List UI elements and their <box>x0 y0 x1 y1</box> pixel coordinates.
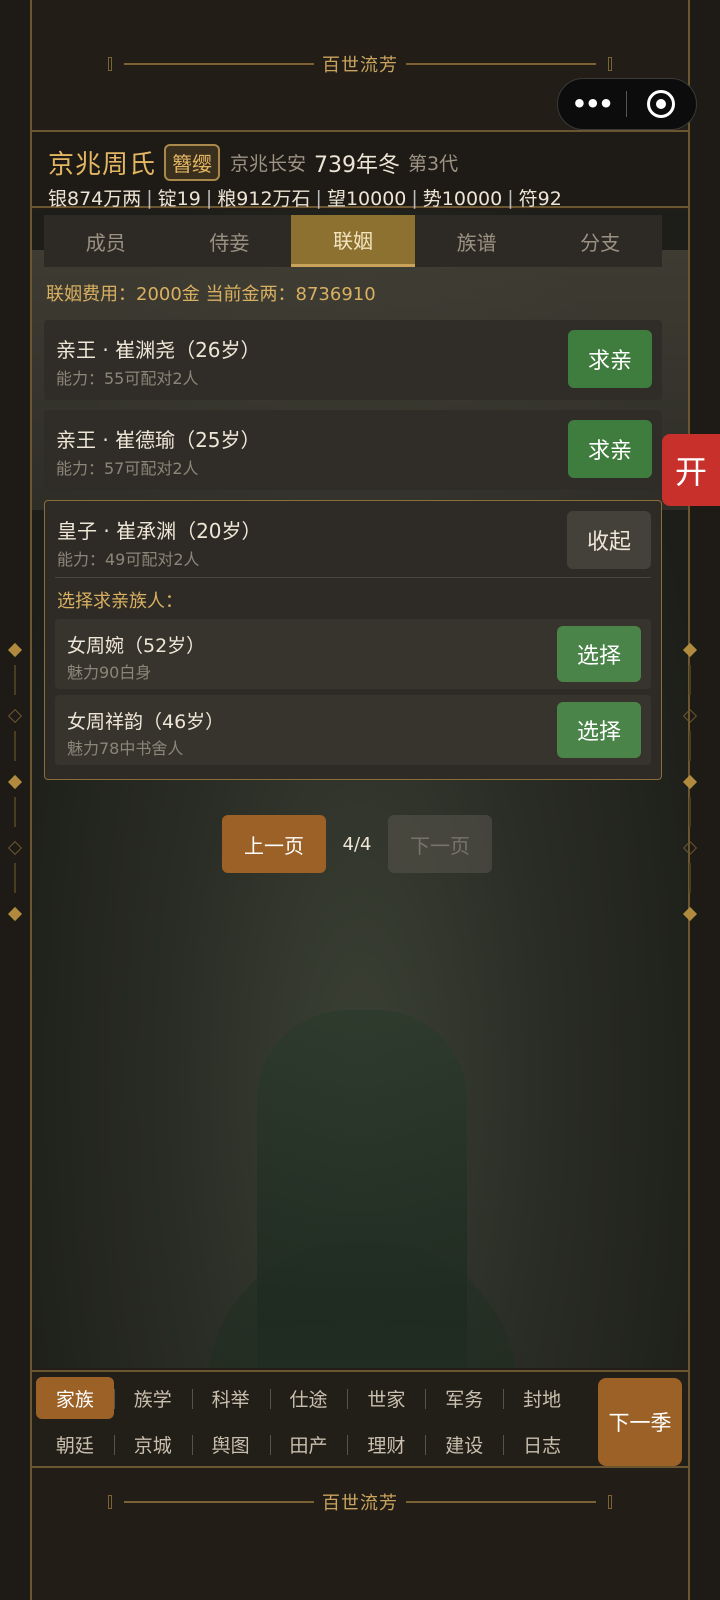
banner-title: 百世流芳 <box>322 1493 398 1514</box>
member-info: 魅力78中书舍人 <box>67 739 184 758</box>
rank-badge: 簪缨 <box>164 144 221 181</box>
select-button[interactable]: 选择 <box>557 626 641 682</box>
banner-line-right <box>406 63 596 65</box>
nav-map[interactable]: 舆图 <box>191 1423 270 1465</box>
resource-bar: 银874万两 | 锭19 | 粮912万石 | 望10000 | 势10000 | 符92 <box>48 184 562 211</box>
banner-cap-right <box>608 1495 612 1509</box>
propose-button[interactable]: 求亲 <box>568 330 652 388</box>
tab-marriage[interactable]: 联姻 <box>291 215 415 267</box>
next-page-button[interactable]: 下一页 <box>388 815 492 873</box>
resource-talisman: 符92 <box>518 188 562 210</box>
banner-line-right <box>406 1501 596 1503</box>
candidate-ability: 能力：55可配对2人 <box>56 369 199 388</box>
bottom-nav: 家族 族学 科举 仕途 世家 军务 封地 朝廷 京城 舆图 田产 理财 建设 日… <box>32 1370 688 1468</box>
main-content: 成员 侍妾 联姻 族谱 分支 联姻费用：2000金 当前金两：8736910 亲… <box>32 210 688 1368</box>
nav-career[interactable]: 仕途 <box>269 1377 348 1419</box>
next-season-button[interactable]: 下一季 <box>598 1378 682 1466</box>
side-open-tab[interactable]: 开 <box>662 434 720 506</box>
resource-silver: 银874万两 <box>48 188 142 210</box>
candidate-card: 亲王 · 崔德瑜（25岁） 能力：57可配对2人 求亲 <box>44 410 662 490</box>
close-target-icon[interactable] <box>627 90 697 118</box>
prev-page-button[interactable]: 上一页 <box>222 815 326 873</box>
candidate-ability: 能力：57可配对2人 <box>56 459 199 478</box>
clan-tabs: 成员 侍妾 联姻 族谱 分支 <box>44 215 662 267</box>
nav-noble-families[interactable]: 世家 <box>347 1377 425 1419</box>
divider <box>55 577 651 578</box>
nav-log[interactable]: 日志 <box>503 1423 581 1465</box>
banner-title: 百世流芳 <box>322 55 398 76</box>
nav-imperial-exam[interactable]: 科举 <box>191 1377 270 1419</box>
nav-clan[interactable]: 家族 <box>36 1377 114 1419</box>
member-card: 女周祥韵（46岁） 魅力78中书舍人 选择 <box>55 695 651 765</box>
member-info: 魅力90白身 <box>67 663 152 682</box>
clan-name: 京兆周氏 <box>48 150 157 180</box>
candidate-ability: 能力：49可配对2人 <box>57 550 200 569</box>
banner-line-left <box>124 1501 314 1503</box>
tab-members[interactable]: 成员 <box>44 215 168 267</box>
mini-program-capsule: ••• <box>557 78 697 130</box>
banner-line-left <box>124 63 314 65</box>
right-ornament <box>682 642 698 935</box>
banner-cap-left <box>108 57 112 71</box>
candidate-name: 亲王 · 崔渊尧（26岁） <box>56 338 261 362</box>
member-name: 女周祥韵（46岁） <box>67 711 225 733</box>
nav-farmland[interactable]: 田产 <box>269 1423 348 1465</box>
clan-location: 京兆长安 <box>230 153 307 175</box>
clan-header: 京兆周氏 簪缨 京兆长安 739年冬 第3代 银874万两 | 锭19 | 粮912… <box>32 130 688 211</box>
banner-cap-left <box>108 1495 112 1509</box>
nav-court[interactable]: 朝廷 <box>36 1423 114 1465</box>
candidate-name: 皇子 · 崔承渊（20岁） <box>57 519 262 543</box>
choose-member-label: 选择求亲族人： <box>57 591 183 612</box>
generation: 第3代 <box>408 153 459 175</box>
game-year: 739年冬 <box>314 152 401 178</box>
resource-ingot: 锭19 <box>157 188 201 210</box>
candidate-card-expanded: 皇子 · 崔承渊（20岁） 能力：49可配对2人 收起 选择求亲族人： 女周婉（… <box>44 500 662 780</box>
background-figure <box>257 1010 467 1368</box>
resource-prestige: 望10000 <box>326 188 407 210</box>
candidate-card: 亲王 · 崔渊尧（26岁） 能力：55可配对2人 求亲 <box>44 320 662 400</box>
nav-finance[interactable]: 理财 <box>347 1423 425 1465</box>
bottom-banner: 百世流芳 <box>32 1482 688 1522</box>
tab-branches[interactable]: 分支 <box>538 215 662 267</box>
member-card: 女周婉（52岁） 魅力90白身 选择 <box>55 619 651 689</box>
tab-genealogy[interactable]: 族谱 <box>415 215 539 267</box>
tab-concubines[interactable]: 侍妾 <box>168 215 292 267</box>
propose-button[interactable]: 求亲 <box>568 420 652 478</box>
resource-power: 势10000 <box>422 188 503 210</box>
nav-clan-school[interactable]: 族学 <box>113 1377 192 1419</box>
member-name: 女周婉（52岁） <box>67 635 206 657</box>
nav-capital[interactable]: 京城 <box>113 1423 192 1465</box>
nav-military[interactable]: 军务 <box>425 1377 503 1419</box>
page-indicator: 4/4 <box>342 833 372 855</box>
candidate-name: 亲王 · 崔德瑜（25岁） <box>56 428 261 452</box>
pagination: 上一页 4/4 下一页 <box>32 815 688 873</box>
resource-grain: 粮912万石 <box>217 188 311 210</box>
nav-fief[interactable]: 封地 <box>503 1377 581 1419</box>
nav-construction[interactable]: 建设 <box>425 1423 503 1465</box>
left-ornament <box>7 642 23 935</box>
more-menu-icon[interactable]: ••• <box>558 90 626 118</box>
select-button[interactable]: 选择 <box>557 702 641 758</box>
marriage-fee-info: 联姻费用：2000金 当前金两：8736910 <box>46 284 376 305</box>
collapse-button[interactable]: 收起 <box>567 511 651 569</box>
banner-cap-right <box>608 57 612 71</box>
